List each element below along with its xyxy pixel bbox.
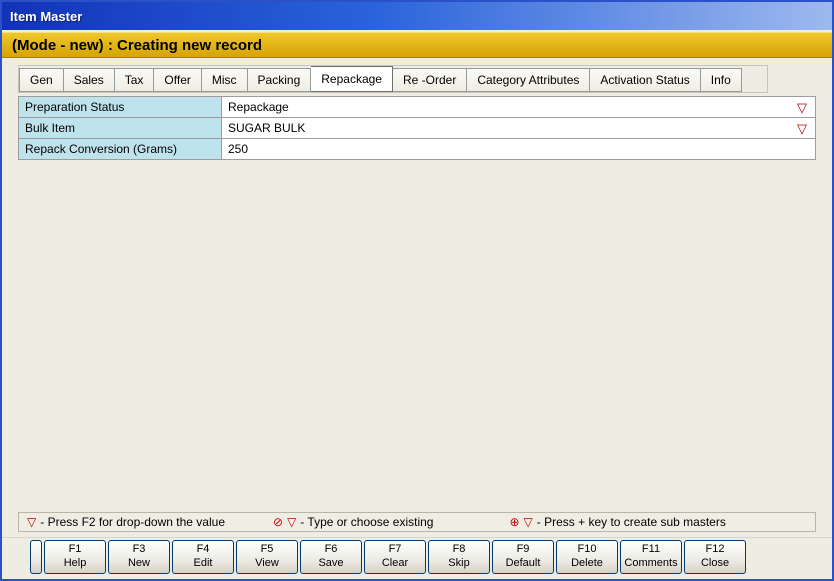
tab-info[interactable]: Info — [701, 68, 742, 92]
preparation-status-field[interactable]: Repackage ▽ — [222, 96, 816, 118]
tab-strip: Gen Sales Tax Offer Misc Packing Repacka… — [18, 65, 768, 93]
spacer-button[interactable] — [30, 540, 42, 574]
function-key: F11 — [642, 543, 660, 557]
f4-edit-button[interactable]: F4 Edit — [172, 540, 234, 574]
function-key-bar: F1 Help F3 New F4 Edit F5 View F6 Save F… — [2, 537, 832, 579]
dropdown-triangle-icon: ▽ — [27, 515, 36, 529]
f5-view-button[interactable]: F5 View — [236, 540, 298, 574]
repack-conversion-value: 250 — [228, 142, 807, 156]
tab-repackage[interactable]: Repackage — [311, 66, 393, 92]
button-label: Help — [64, 557, 87, 571]
tab-packing[interactable]: Packing — [248, 68, 312, 92]
dropdown-triangle-icon: ▽ — [287, 515, 296, 529]
repack-conversion-label: Repack Conversion (Grams) — [18, 138, 222, 160]
circle-slash-icon: ⊘ — [273, 515, 283, 529]
legend-item-type-or-choose: ⊘ ▽ - Type or choose existing — [273, 515, 433, 529]
button-label: Skip — [448, 557, 469, 571]
button-label: Clear — [382, 557, 408, 571]
f12-close-button[interactable]: F12 Close — [684, 540, 746, 574]
function-key: F6 — [325, 543, 338, 557]
function-key: F7 — [389, 543, 402, 557]
tab-sales[interactable]: Sales — [64, 68, 115, 92]
tab-gen[interactable]: Gen — [19, 68, 64, 92]
content-area — [2, 160, 832, 512]
repack-conversion-field[interactable]: 250 — [222, 138, 816, 160]
legend-item-sub-masters: ⊕ ▽ - Press + key to create sub masters — [509, 515, 725, 529]
form-row-repack-conversion: Repack Conversion (Grams) 250 — [18, 138, 816, 160]
tab-re-order[interactable]: Re -Order — [393, 68, 467, 92]
bulk-item-value: SUGAR BULK — [228, 121, 797, 135]
f10-delete-button[interactable]: F10 Delete — [556, 540, 618, 574]
bulk-item-field[interactable]: SUGAR BULK ▽ — [222, 117, 816, 139]
dropdown-triangle-icon[interactable]: ▽ — [797, 122, 807, 135]
legend-text: - Press + key to create sub masters — [537, 515, 726, 529]
button-label: Save — [318, 557, 343, 571]
tab-misc[interactable]: Misc — [202, 68, 248, 92]
legend-text: - Type or choose existing — [300, 515, 433, 529]
mode-text: (Mode - new) : Creating new record — [12, 37, 262, 54]
button-label: Default — [506, 557, 541, 571]
function-key: F4 — [197, 543, 210, 557]
f3-new-button[interactable]: F3 New — [108, 540, 170, 574]
f8-skip-button[interactable]: F8 Skip — [428, 540, 490, 574]
item-master-window: Item Master (Mode - new) : Creating new … — [0, 0, 834, 581]
f7-clear-button[interactable]: F7 Clear — [364, 540, 426, 574]
dropdown-triangle-icon: ▽ — [524, 515, 533, 529]
button-label: New — [128, 557, 150, 571]
function-key: F1 — [69, 543, 82, 557]
legend-bar: ▽ - Press F2 for drop-down the value ⊘ ▽… — [18, 512, 816, 532]
form-row-preparation-status: Preparation Status Repackage ▽ — [18, 96, 816, 118]
button-label: Delete — [571, 557, 603, 571]
tab-category-attributes[interactable]: Category Attributes — [467, 68, 590, 92]
window-title: Item Master — [10, 9, 82, 24]
f9-default-button[interactable]: F9 Default — [492, 540, 554, 574]
function-key: F3 — [133, 543, 146, 557]
button-label: Comments — [624, 557, 677, 571]
tab-activation-status[interactable]: Activation Status — [590, 68, 700, 92]
title-bar: Item Master — [2, 2, 832, 30]
form-row-bulk-item: Bulk Item SUGAR BULK ▽ — [18, 117, 816, 139]
function-key: F10 — [578, 543, 597, 557]
tab-tax[interactable]: Tax — [115, 68, 155, 92]
legend-text: - Press F2 for drop-down the value — [40, 515, 225, 529]
bulk-item-label: Bulk Item — [18, 117, 222, 139]
function-key: F5 — [261, 543, 274, 557]
function-key: F12 — [706, 543, 725, 557]
f6-save-button[interactable]: F6 Save — [300, 540, 362, 574]
mode-bar: (Mode - new) : Creating new record — [2, 32, 832, 58]
tab-offer[interactable]: Offer — [154, 68, 201, 92]
button-label: Close — [701, 557, 729, 571]
button-label: View — [255, 557, 279, 571]
preparation-status-label: Preparation Status — [18, 96, 222, 118]
circle-plus-icon: ⊕ — [509, 515, 519, 529]
legend-item-dropdown: ▽ - Press F2 for drop-down the value — [27, 515, 225, 529]
function-key: F8 — [453, 543, 466, 557]
f1-help-button[interactable]: F1 Help — [44, 540, 106, 574]
button-label: Edit — [194, 557, 213, 571]
form-grid: Preparation Status Repackage ▽ Bulk Item… — [18, 97, 816, 160]
dropdown-triangle-icon[interactable]: ▽ — [797, 101, 807, 114]
f11-comments-button[interactable]: F11 Comments — [620, 540, 682, 574]
preparation-status-value: Repackage — [228, 100, 797, 114]
function-key: F9 — [517, 543, 530, 557]
